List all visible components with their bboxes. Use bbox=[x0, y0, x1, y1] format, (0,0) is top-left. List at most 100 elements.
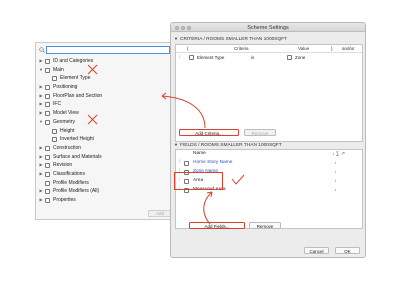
tree-item-label: Inverted Height bbox=[60, 136, 94, 143]
tree-item[interactable]: ▼ Geometry bbox=[36, 118, 174, 127]
title-bar[interactable]: Scheme Settings bbox=[171, 23, 365, 32]
add-fields-button[interactable]: Add Fields... bbox=[189, 222, 245, 229]
tree-item[interactable]: Profile Modifiers bbox=[36, 179, 174, 188]
tree-item-label: FloorPlan and Section bbox=[53, 92, 103, 99]
folder-icon bbox=[45, 171, 50, 177]
chevron-right-icon[interactable]: ▶ bbox=[39, 161, 43, 170]
tree-item[interactable]: ▶ ID and Categories bbox=[36, 57, 174, 66]
column-name: Name bbox=[193, 151, 206, 156]
chevron-right-icon[interactable]: ▶ bbox=[39, 109, 43, 118]
height-icon bbox=[52, 137, 57, 143]
tree-item-label: Properties bbox=[53, 197, 76, 203]
scheme-settings-window: Scheme Settings ▼ CRITERIA / ROOMS SMALLE… bbox=[170, 22, 366, 258]
tree-item[interactable]: ▼ Main bbox=[36, 66, 174, 75]
remove-criteria-button[interactable]: Remove bbox=[244, 129, 276, 136]
criteria-table: ( Criteria Value ) and/or ⁞ Element Type… bbox=[175, 44, 363, 142]
tree-item-label: Surface and Materials bbox=[53, 153, 102, 160]
column-value: Value bbox=[298, 46, 310, 51]
criteria-row-handle[interactable]: ⁞ bbox=[179, 54, 180, 61]
chevron-right-icon[interactable]: ▶ bbox=[39, 196, 43, 205]
tree-item[interactable]: ▶ Properties bbox=[36, 196, 174, 205]
tree-item-label: ID and Categories bbox=[53, 58, 94, 64]
folder-icon bbox=[45, 198, 50, 203]
tree-item[interactable]: ▶ Surface and Materials bbox=[36, 153, 174, 162]
chevron-right-icon[interactable]: ▶ bbox=[39, 92, 43, 101]
search-input[interactable] bbox=[46, 46, 170, 54]
window-title: Scheme Settings bbox=[247, 24, 289, 31]
chevron-right-icon[interactable]: ▶ bbox=[39, 83, 43, 92]
tree-item[interactable]: ▶ Revision bbox=[36, 161, 174, 170]
folder-icon bbox=[45, 102, 50, 108]
folder-icon bbox=[45, 189, 50, 195]
tree-item[interactable]: Element Type bbox=[36, 74, 174, 83]
criteria-value[interactable]: Zone bbox=[295, 54, 305, 61]
element-type-icon bbox=[189, 55, 194, 60]
field-browser-panel: ▶ ID and Categories ▼ Main Element Type ▶ Posi… bbox=[35, 42, 175, 220]
tree-item-label: Construction bbox=[53, 144, 82, 151]
folder-icon bbox=[45, 67, 50, 73]
folder-icon bbox=[45, 145, 50, 151]
column-open-paren: ( bbox=[187, 46, 189, 51]
chevron-right-icon[interactable]: ▶ bbox=[39, 57, 43, 66]
tree-item[interactable]: ▶ Model View bbox=[36, 109, 174, 118]
column-sort-sum: ↓ ∑ ↗ bbox=[332, 151, 346, 157]
fields-section-header[interactable]: ▼ FIELDS / ROOMS SMALLER THAN 1000SQFT bbox=[174, 141, 364, 148]
folder-icon bbox=[45, 59, 50, 64]
tree-item[interactable]: ▶ Construction bbox=[36, 144, 174, 153]
chevron-right-icon[interactable]: ▶ bbox=[39, 144, 43, 153]
column-and-or: and/or bbox=[342, 46, 355, 51]
element-type-icon bbox=[52, 76, 57, 82]
tree-item[interactable]: Height bbox=[36, 127, 174, 136]
column-close-paren: ) bbox=[331, 46, 333, 51]
folder-icon bbox=[45, 163, 50, 169]
tree-item-label: IFC bbox=[53, 101, 62, 108]
chevron-down-icon[interactable]: ▼ bbox=[39, 66, 43, 75]
tree-item-label: Profile Modifiers (All) bbox=[53, 188, 100, 195]
add-button[interactable]: Add bbox=[148, 210, 172, 217]
folder-icon bbox=[45, 119, 50, 125]
sort-order-icon[interactable]: ↓ bbox=[334, 168, 337, 177]
header-divider bbox=[176, 52, 362, 53]
criteria-section-header[interactable]: ▼ CRITERIA / ROOMS SMALLER THAN 1000SQFT bbox=[174, 35, 364, 42]
criteria-field[interactable]: Element Type bbox=[197, 54, 224, 61]
tree-item[interactable]: ▶ Classifications bbox=[36, 170, 174, 179]
tree-item-label: Positioning bbox=[53, 84, 78, 91]
tree-item[interactable]: ▶ FloorPlan and Section bbox=[36, 92, 174, 101]
column-criteria: Criteria bbox=[234, 46, 249, 51]
tree-item-label: Classifications bbox=[53, 170, 85, 177]
chevron-right-icon[interactable]: ▶ bbox=[39, 100, 43, 109]
field-row[interactable]: ⁞ Home Story Name ↓ bbox=[176, 159, 362, 168]
tree-item-label: Profile Modifiers bbox=[53, 179, 89, 186]
tree-item[interactable]: ▶ Profile Modifiers (All) bbox=[36, 187, 174, 196]
field-tree: ▶ ID and Categories ▼ Main Element Type ▶ Posi… bbox=[36, 57, 174, 205]
height-icon bbox=[52, 128, 57, 134]
field-label: Home Story Name bbox=[193, 160, 233, 165]
chevron-right-icon[interactable]: ▶ bbox=[39, 153, 43, 162]
cancel-button[interactable]: Cancel bbox=[304, 247, 329, 254]
remove-fields-button[interactable]: Remove bbox=[249, 222, 281, 229]
tree-item-label: Geometry bbox=[53, 118, 75, 125]
zone-icon bbox=[287, 55, 292, 60]
add-criteria-button[interactable]: Add Criteria... bbox=[179, 129, 239, 136]
tree-item[interactable]: Inverted Height bbox=[36, 135, 174, 144]
tree-item[interactable]: ▶ Positioning bbox=[36, 83, 174, 92]
criteria-operator[interactable]: is bbox=[251, 54, 254, 61]
drag-handle-icon[interactable]: ⁞ bbox=[179, 159, 180, 168]
folder-icon bbox=[45, 180, 50, 186]
chevron-down-icon[interactable]: ▼ bbox=[39, 118, 43, 127]
tree-item-label: Element Type bbox=[60, 75, 91, 82]
chevron-right-icon[interactable]: ▶ bbox=[39, 170, 43, 179]
chevron-right-icon[interactable]: ▶ bbox=[39, 187, 43, 196]
sort-order-icon[interactable]: ↓ bbox=[334, 186, 337, 195]
tree-item[interactable]: ▶ IFC bbox=[36, 100, 174, 109]
folder-icon bbox=[45, 93, 50, 99]
tree-item-label: Model View bbox=[53, 110, 79, 117]
highlight-box bbox=[174, 172, 223, 190]
ok-button[interactable]: OK bbox=[335, 247, 360, 254]
tree-item-label: Height bbox=[60, 127, 75, 134]
fields-header-row: Name ↓ ∑ ↗ bbox=[176, 150, 362, 159]
search-icon bbox=[39, 47, 45, 53]
tree-item-label: Revision bbox=[53, 162, 73, 169]
sort-order-icon[interactable]: ↓ bbox=[334, 159, 337, 168]
sort-order-icon[interactable]: ↓ bbox=[334, 177, 337, 186]
